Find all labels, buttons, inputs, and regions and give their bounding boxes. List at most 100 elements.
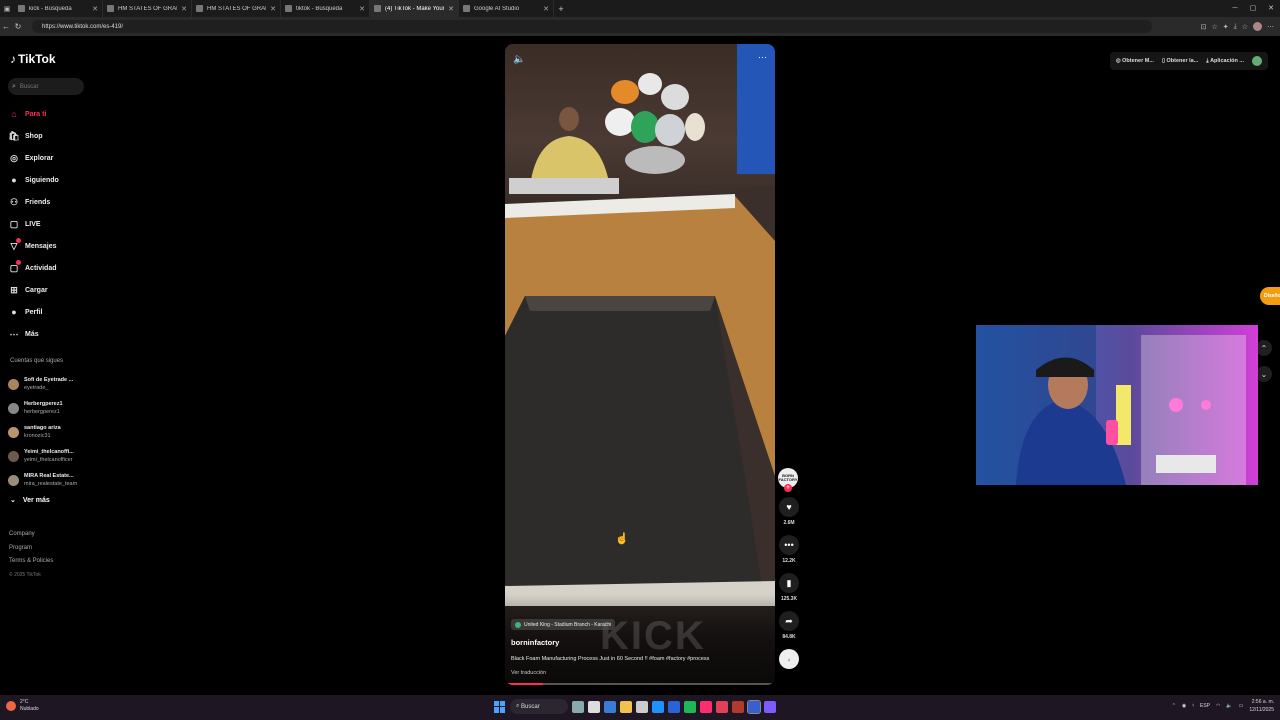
profile-avatar[interactable] <box>1253 22 1262 31</box>
sidebar-item-m-s[interactable]: ⋯ Más <box>8 323 98 345</box>
copilot-icon[interactable] <box>604 700 616 713</box>
tab-actions-icon[interactable]: ▣ <box>0 0 14 17</box>
weather-widget[interactable]: 2°C Nublado <box>6 699 39 713</box>
like-action[interactable]: ♥ 2.6M <box>778 497 800 526</box>
minimize-icon[interactable]: ─ <box>1226 0 1244 17</box>
volume-icon[interactable]: 🔈 <box>513 54 525 65</box>
close-tab-icon[interactable]: ✕ <box>448 5 454 13</box>
browser-tab[interactable]: tiktok - Búsqueda ✕ <box>281 0 370 17</box>
see-more-button[interactable]: ⌄ Ver más <box>10 496 50 505</box>
sidebar-item-live[interactable]: ▢ LIVE <box>8 213 98 235</box>
side-pill[interactable]: Diseño <box>1260 287 1280 305</box>
browser-tab[interactable]: (4) TikTok - Make Your Day✕ <box>370 0 459 17</box>
account-avatar <box>8 474 19 486</box>
previous-video-button[interactable]: ⌃ <box>1256 340 1272 356</box>
back-icon[interactable]: ← <box>0 22 12 31</box>
footer-link-program[interactable]: Program <box>9 542 53 556</box>
edge-icon[interactable] <box>652 700 664 713</box>
file-explorer-icon[interactable] <box>620 700 632 713</box>
bookmark-star-icon[interactable]: ☆ <box>1211 23 1217 31</box>
following-account[interactable]: Yeimi_thelcanoffi... yeimi_thelcanofficer <box>8 444 100 468</box>
close-tab-icon[interactable]: ✕ <box>270 5 276 13</box>
music-disc[interactable]: ♫ <box>778 649 800 669</box>
sidebar-item-perfil[interactable]: ● Perfil <box>8 301 98 323</box>
browser-tab[interactable]: HM STATES OF GRAPHICS WORL ✕ <box>192 0 281 17</box>
language-indicator[interactable]: ESP <box>1200 703 1210 709</box>
spotify-icon[interactable] <box>684 700 696 713</box>
share-count: 84.8K <box>782 634 796 640</box>
see-translation-link[interactable]: Ver traducción <box>511 670 546 676</box>
browser-menu-icon[interactable]: ⋯ <box>1267 23 1274 31</box>
active-app-icon[interactable] <box>747 699 761 714</box>
sidebar-item-siguiendo[interactable]: ● Siguiendo <box>8 169 98 191</box>
sidebar-item-cargar[interactable]: ⊞ Cargar <box>8 279 98 301</box>
app-purple-icon[interactable] <box>764 700 776 713</box>
sidebar-item-actividad[interactable]: ▢ Actividad <box>8 257 98 279</box>
save-action[interactable]: ▮ 125.3K <box>778 573 800 602</box>
share-action[interactable]: ➦ 84.8K <box>778 611 800 640</box>
browser-tab[interactable]: kick - Búsqueda ✕ <box>14 0 103 17</box>
follow-button[interactable]: + <box>784 484 792 492</box>
close-window-icon[interactable]: ✕ <box>1262 0 1280 17</box>
more-options-icon[interactable]: ⋯ <box>758 52 767 63</box>
app-dark-red-icon[interactable] <box>732 700 744 713</box>
close-tab-icon[interactable]: ✕ <box>181 5 187 13</box>
download-icon[interactable]: ⤓ <box>1234 23 1237 31</box>
widgets-icon[interactable] <box>572 700 584 713</box>
notification-badge <box>16 260 21 265</box>
sidebar-item-mensajes[interactable]: ▽ Mensajes <box>8 235 98 257</box>
extension-icon[interactable]: ✦ <box>1223 23 1229 31</box>
sidebar-item-friends[interactable]: ⚇ Friends <box>8 191 98 213</box>
tray-app-icon[interactable]: ◉ <box>1182 703 1186 709</box>
taskbar-search[interactable]: ⌕ Buscar <box>510 699 568 714</box>
app-blue-icon[interactable] <box>668 700 680 713</box>
footer-link-terms[interactable]: Terms & Policies <box>9 555 53 569</box>
following-account[interactable]: Sofi de Eyetrade ... eyetrade_ <box>8 372 100 396</box>
tiktok-logo[interactable]: ♪ TikTok <box>10 52 56 66</box>
volume-tray-icon[interactable]: 🔈 <box>1226 703 1232 709</box>
sidebar-item-para-ti[interactable]: ⌂ Para ti <box>8 103 98 125</box>
browser-tab[interactable]: Google AI Studio ✕ <box>459 0 554 17</box>
user-avatar[interactable] <box>1252 56 1262 66</box>
close-tab-icon[interactable]: ✕ <box>543 5 549 13</box>
battery-icon[interactable]: ▭ <box>1239 703 1244 709</box>
windows-start-icon[interactable] <box>494 700 506 713</box>
microphone-icon[interactable]: ♮ <box>1192 703 1194 709</box>
get-app-link[interactable]: ▯ Obtener la... <box>1162 58 1198 64</box>
search-input[interactable]: ⌕ Buscar <box>8 78 84 95</box>
url-field[interactable]: https://www.tiktok.com/es-419/ <box>32 20 1152 33</box>
close-tab-icon[interactable]: ✕ <box>92 5 98 13</box>
close-tab-icon[interactable]: ✕ <box>359 5 365 13</box>
store-icon[interactable] <box>636 700 648 713</box>
app-red-icon[interactable] <box>716 700 728 713</box>
new-tab-button[interactable]: + <box>554 4 568 14</box>
browser-tab[interactable]: HM STATES OF GRAPHICS WORL ✕ <box>103 0 192 17</box>
comment-action[interactable]: ••• 12.2K <box>778 535 800 564</box>
location-tag[interactable]: United King - Stadium Branch - Karachi <box>511 619 616 630</box>
tiktok-app-icon[interactable] <box>700 700 712 713</box>
video-progress-bar[interactable] <box>505 683 775 685</box>
download-app-link[interactable]: ⤓ Aplicación ... <box>1206 58 1244 65</box>
sidebar-item-shop[interactable]: 🛍 Shop <box>8 125 98 147</box>
next-video-button[interactable]: ⌄ <box>1256 366 1272 382</box>
clock[interactable]: 2:56 a. m. 12/11/2025 <box>1249 698 1274 714</box>
creator-avatar[interactable]: BORN FACTORY + <box>778 468 798 492</box>
get-coins-link[interactable]: ◎ Obtener M... <box>1116 58 1154 64</box>
following-account[interactable]: santiago ariza kronozic31 <box>8 420 100 444</box>
following-account[interactable]: Herbergperez1 herbergperez1 <box>8 396 100 420</box>
video-player[interactable]: 🔈 ⋯ KICK United King - Stadium Branch - … <box>505 44 775 685</box>
video-author[interactable]: borninfactory <box>511 638 559 647</box>
tray-chevron-icon[interactable]: ⌃ <box>1172 703 1176 709</box>
account-name: MIRA Real Estate... <box>24 473 74 479</box>
sidebar-item-explorar[interactable]: ◎ Explorar <box>8 147 98 169</box>
following-account[interactable]: MIRA Real Estate... mira_realestate_team <box>8 468 100 492</box>
footer-link-company[interactable]: Company <box>9 528 53 542</box>
wifi-icon[interactable]: ◠ <box>1216 703 1220 709</box>
profile-icon: ● <box>11 307 17 317</box>
install-icon[interactable]: ⊡ <box>1201 23 1207 31</box>
get-app-label: Obtener la... <box>1166 58 1199 64</box>
task-view-icon[interactable] <box>588 700 600 713</box>
reload-icon[interactable]: ↻ <box>12 22 24 31</box>
favorites-icon[interactable]: ☆ <box>1242 23 1248 31</box>
maximize-icon[interactable]: ▢ <box>1244 0 1262 17</box>
